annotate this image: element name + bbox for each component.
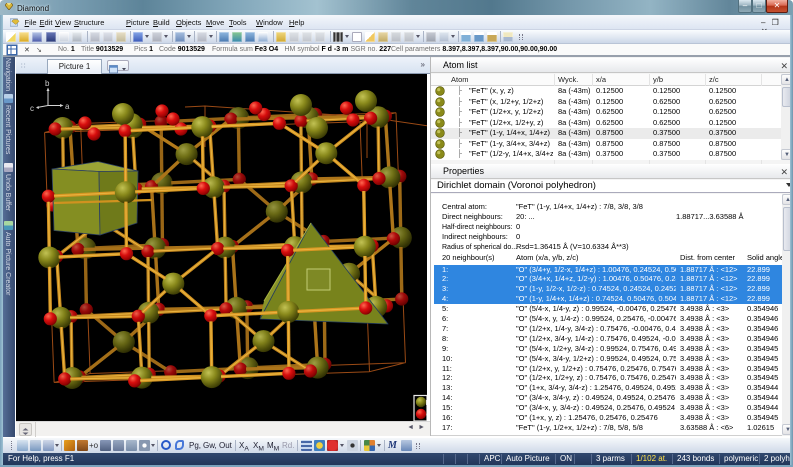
svg-text:Fe: Fe: [426, 398, 428, 407]
svg-text:c: c: [30, 104, 34, 113]
svg-text:O: O: [426, 410, 427, 419]
svg-text:a: a: [65, 102, 70, 111]
svg-text:b: b: [45, 79, 50, 88]
